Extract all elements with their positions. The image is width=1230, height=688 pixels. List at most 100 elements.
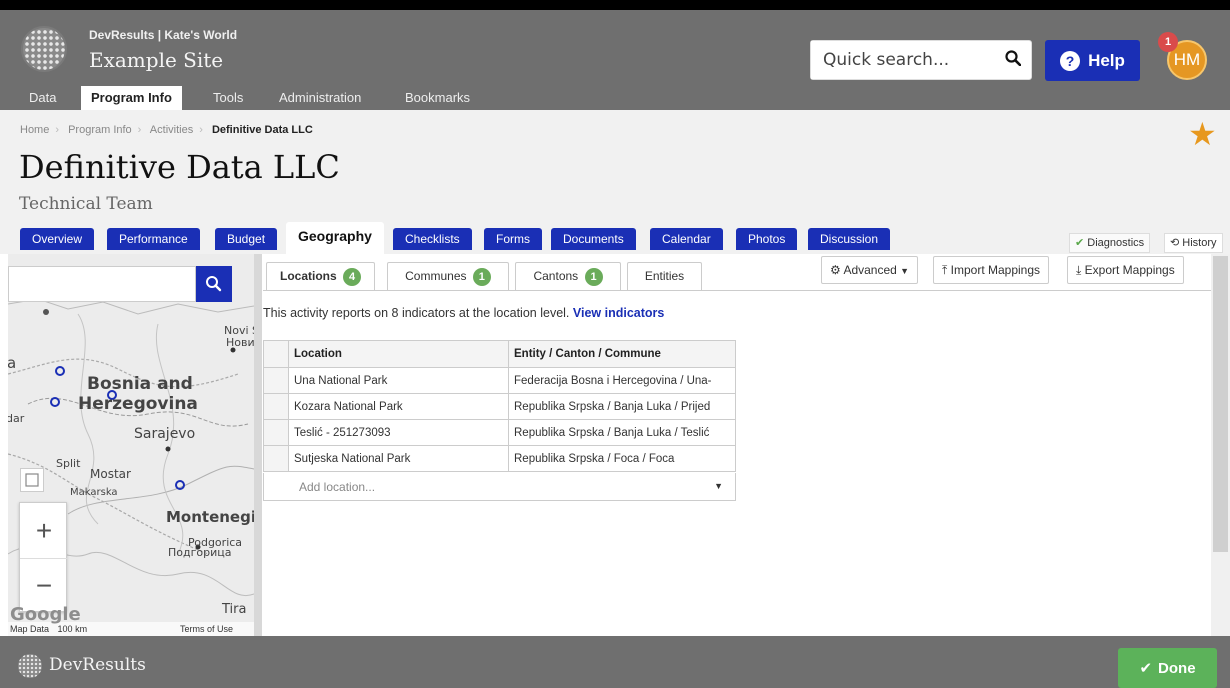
subtab-entities-label: Entities [644, 269, 685, 283]
tab-geography[interactable]: Geography [286, 222, 384, 254]
quick-search-input[interactable] [811, 41, 981, 79]
panel-splitter[interactable] [254, 254, 262, 636]
check-icon: ✔ [1139, 660, 1153, 677]
entity-column-header[interactable]: Entity / Canton / Commune [508, 340, 736, 368]
indicator-info: This activity reports on 8 indicators at… [263, 306, 664, 320]
star-icon[interactable]: ★ [1188, 118, 1217, 150]
page-subtitle: Technical Team [19, 194, 153, 214]
map-panel[interactable]: a Bosnia and Herzegovina dar Sarajevo Sp… [8, 254, 254, 636]
caret-down-icon[interactable]: ▼ [714, 481, 723, 491]
quick-search[interactable] [810, 40, 1032, 80]
breadcrumb-program-info[interactable]: Program Info [68, 124, 132, 136]
devresults-logo[interactable] [21, 26, 67, 72]
tab-checklists[interactable]: Checklists [393, 228, 472, 250]
entity-cell: Republika Srpska / Banja Luka / Prijed [508, 393, 736, 420]
upload-icon: ⤒ [942, 263, 948, 277]
tab-calendar[interactable]: Calendar [650, 228, 723, 250]
map-label-dar: dar [8, 412, 25, 425]
diagnostics-button[interactable]: ✔ Diagnostics [1069, 233, 1151, 253]
org-line: DevResults | Kate's World [89, 28, 238, 42]
nav-tools[interactable]: Tools [203, 86, 253, 110]
row-handle[interactable] [263, 393, 289, 420]
location-column-header[interactable]: Location [288, 340, 509, 368]
map-label-mostar: Mostar [90, 467, 131, 481]
tab-overview[interactable]: Overview [20, 228, 95, 250]
fullscreen-icon[interactable] [20, 468, 44, 492]
nav-data[interactable]: Data [19, 86, 66, 110]
location-cell[interactable]: Kozara National Park [288, 393, 509, 420]
map-search-input[interactable] [8, 266, 196, 302]
communes-count-badge: 1 [472, 267, 491, 286]
locations-count-badge: 4 [343, 267, 361, 286]
search-icon[interactable] [1005, 50, 1021, 66]
import-mappings-label: Import Mappings [950, 263, 1041, 277]
map-data-label[interactable]: Map Data [10, 624, 49, 634]
tab-documents[interactable]: Documents [551, 228, 636, 250]
map-label-novi-cyr: Нови [226, 336, 254, 349]
breadcrumb: Home › Program Info › Activities › Definiti… [20, 124, 313, 136]
site-name[interactable]: Example Site [89, 48, 223, 72]
select-column-header [263, 340, 289, 368]
location-cell[interactable]: Sutjeska National Park [288, 445, 509, 472]
export-mappings-button[interactable]: ⤓ Export Mappings [1067, 256, 1184, 284]
check-icon: ✔ [1075, 237, 1085, 249]
help-button[interactable]: ? Help [1045, 40, 1140, 81]
map-label-montenegro: Montenegi [166, 508, 254, 526]
question-icon: ? [1060, 50, 1081, 71]
breadcrumb-activities[interactable]: Activities [150, 124, 193, 136]
done-button[interactable]: ✔ Done [1118, 648, 1217, 688]
table-row[interactable]: Teslić - 251273093 Republika Srpska / Ba… [263, 419, 736, 446]
entity-cell: Republika Srpska / Banja Luka / Teslić [508, 419, 736, 446]
breadcrumb-home[interactable]: Home [20, 124, 49, 136]
nav-program-info[interactable]: Program Info [81, 86, 182, 110]
diagnostics-label: Diagnostics [1087, 237, 1145, 249]
map-label-sarajevo: Sarajevo [134, 426, 196, 442]
help-label: Help [1088, 50, 1125, 70]
page-title: Definitive Data LLC [19, 148, 340, 186]
location-cell[interactable]: Teslić - 251273093 [288, 419, 509, 446]
nav-administration[interactable]: Administration [269, 86, 371, 110]
tab-performance[interactable]: Performance [107, 228, 200, 250]
breadcrumb-current: Definitive Data LLC [211, 124, 313, 136]
add-location-select[interactable]: Add location... [291, 476, 729, 498]
zoom-in-icon[interactable]: + [20, 503, 68, 558]
table-header-row: Location Entity / Canton / Commune [263, 340, 736, 368]
tab-discussion[interactable]: Discussion [808, 228, 891, 250]
subtab-divider [263, 290, 1211, 291]
export-mappings-label: Export Mappings [1084, 263, 1175, 277]
tab-budget[interactable]: Budget [215, 228, 278, 250]
content-scrollbar[interactable] [1211, 254, 1230, 636]
location-cell[interactable]: Una National Park [288, 367, 509, 394]
app-footer: DevResults [0, 636, 1230, 688]
subtab-locations-label: Locations [279, 269, 337, 283]
advanced-dropdown[interactable]: ⚙ Advanced ▼ [821, 256, 919, 284]
subtab-locations[interactable]: Locations 4 [266, 262, 375, 290]
table-row[interactable]: Una National Park Federacija Bosna i Her… [263, 367, 736, 394]
map-label-a: a [8, 354, 17, 372]
view-indicators-link[interactable]: View indicators [573, 306, 664, 320]
map-label-herzegovina: Herzegovina [78, 394, 198, 414]
footer-logo [18, 654, 42, 678]
entity-cell: Republika Srpska / Foca / Foca [508, 445, 736, 472]
map-terms-link[interactable]: Terms of Use [180, 622, 233, 636]
add-location-row: Add location... ▼ [263, 473, 736, 501]
import-mappings-button[interactable]: ⤒ Import Mappings [933, 256, 1050, 284]
table-row[interactable]: Kozara National Park Republika Srpska / … [263, 393, 736, 420]
subtab-communes[interactable]: Communes 1 [387, 262, 509, 290]
tab-forms[interactable]: Forms [484, 228, 542, 250]
subtab-cantons[interactable]: Cantons 1 [515, 262, 621, 290]
history-button[interactable]: ⟲ History [1164, 233, 1223, 253]
nav-bookmarks[interactable]: Bookmarks [395, 86, 480, 110]
download-icon: ⤓ [1076, 263, 1082, 277]
main-nav: Data Program Info Tools Administration B… [0, 86, 1230, 110]
map-search-button[interactable] [196, 266, 232, 302]
notification-badge[interactable]: 1 [1158, 32, 1178, 52]
row-handle[interactable] [263, 367, 289, 394]
tab-photos[interactable]: Photos [736, 228, 798, 250]
history-label: History [1182, 237, 1217, 249]
row-handle[interactable] [263, 445, 289, 472]
row-handle[interactable] [263, 419, 289, 446]
scrollbar-thumb[interactable] [1213, 256, 1228, 552]
table-row[interactable]: Sutjeska National Park Republika Srpska … [263, 445, 736, 472]
subtab-entities[interactable]: Entities [627, 262, 702, 290]
